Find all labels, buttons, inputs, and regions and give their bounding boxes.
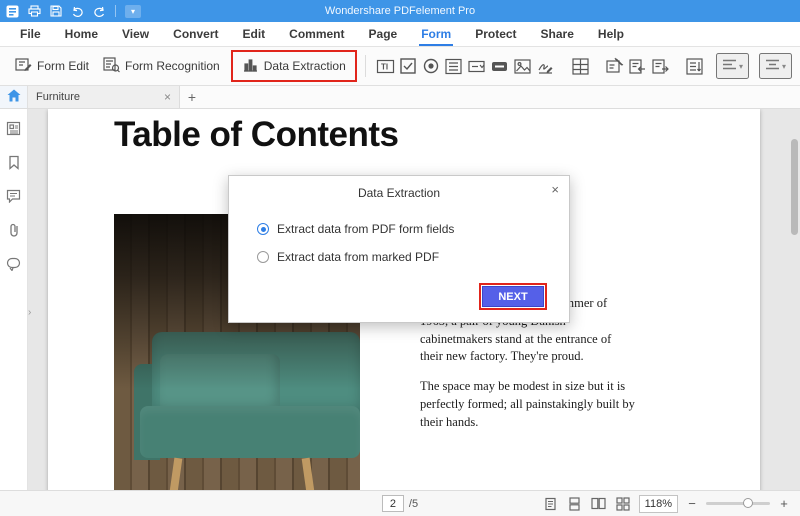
menu-edit[interactable]: Edit [231, 22, 278, 46]
menu-bar: File Home View Convert Edit Comment Page… [0, 22, 800, 47]
print-icon[interactable] [28, 5, 41, 17]
new-tab-button[interactable]: + [180, 86, 204, 108]
paragraph-2: The space may be modest in size but it i… [420, 378, 636, 431]
tab-order-icon[interactable] [684, 53, 705, 79]
page-total-label: /5 [409, 498, 418, 510]
document-heading: Table of Contents [114, 115, 398, 155]
status-bar: 2 /5 118% − + [0, 490, 800, 516]
menu-share[interactable]: Share [529, 22, 586, 46]
thumbnail-panel-icon[interactable] [5, 119, 23, 137]
tab-close-icon[interactable]: × [164, 91, 171, 103]
data-extraction-highlight: Data Extraction [231, 50, 357, 82]
distribute-objects-dropdown[interactable]: ▾ [759, 53, 792, 79]
menu-view[interactable]: View [110, 22, 161, 46]
option-2-label: Extract data from marked PDF [277, 250, 439, 264]
data-extraction-icon [242, 56, 259, 76]
distribute-icon [765, 58, 780, 74]
checkbox-field-icon[interactable] [398, 53, 419, 79]
menu-protect[interactable]: Protect [463, 22, 528, 46]
zoom-slider[interactable] [706, 502, 770, 505]
single-page-view-icon[interactable] [543, 496, 559, 512]
tab-label: Furniture [36, 91, 158, 103]
menu-file[interactable]: File [8, 22, 53, 46]
svg-text:TI: TI [381, 62, 388, 71]
data-extraction-button[interactable]: Data Extraction [235, 52, 353, 80]
align-objects-dropdown[interactable]: ▾ [716, 53, 749, 79]
data-extraction-dialog: Data Extraction × Extract data from PDF … [228, 175, 570, 323]
zoom-out-button[interactable]: − [686, 496, 698, 511]
scrollbar-thumb[interactable] [791, 139, 798, 235]
dialog-title: Data Extraction [229, 176, 569, 200]
dialog-close-icon[interactable]: × [551, 182, 559, 197]
radio-button-field-icon[interactable] [421, 53, 442, 79]
comment-panel-icon[interactable] [5, 187, 23, 205]
list-box-field-icon[interactable] [444, 53, 465, 79]
push-button-field-icon[interactable] [489, 53, 510, 79]
option-extract-marked-pdf[interactable]: Extract data from marked PDF [257, 250, 569, 264]
menu-form[interactable]: Form [409, 22, 463, 46]
attachment-panel-icon[interactable] [5, 221, 23, 239]
combo-box-field-icon[interactable] [466, 53, 487, 79]
bookmark-panel-icon[interactable] [5, 153, 23, 171]
menu-home[interactable]: Home [53, 22, 110, 46]
menu-comment[interactable]: Comment [277, 22, 356, 46]
next-button[interactable]: NEXT [482, 286, 544, 307]
left-sidebar [0, 109, 28, 490]
next-button-highlight: NEXT [479, 283, 547, 310]
grid-view-icon[interactable] [615, 496, 631, 512]
vertical-scrollbar[interactable] [790, 113, 798, 486]
recognition-wand-icon[interactable] [604, 53, 625, 79]
text-field-icon[interactable]: TI [375, 53, 396, 79]
chevron-down-icon: ▾ [782, 62, 786, 71]
two-page-view-icon[interactable] [591, 496, 607, 512]
form-edit-button[interactable]: Form Edit [8, 52, 96, 80]
menu-convert[interactable]: Convert [161, 22, 230, 46]
app-logo-icon [6, 5, 19, 18]
undo-icon[interactable] [71, 6, 84, 17]
zoom-in-button[interactable]: + [778, 496, 790, 511]
option-extract-form-fields[interactable]: Extract data from PDF form fields [257, 222, 569, 236]
home-icon [7, 89, 21, 105]
page-number-input[interactable]: 2 [382, 495, 404, 512]
radio-selected-icon[interactable] [257, 223, 269, 235]
export-data-icon[interactable] [650, 53, 671, 79]
app-window: ▾ Wondershare PDFelement Pro File Home V… [0, 0, 800, 516]
customize-toolbar-chevron-icon[interactable]: ▾ [125, 5, 141, 18]
chevron-down-icon: ▾ [739, 62, 743, 71]
form-recognition-icon [103, 56, 120, 76]
image-field-icon[interactable] [512, 53, 533, 79]
form-toolbar: Form Edit Form Recognition Data Extracti… [0, 47, 800, 86]
document-tab-bar: Furniture × + [0, 86, 800, 109]
titlebar-separator [115, 5, 116, 17]
panel-expander-icon[interactable]: › [28, 307, 31, 318]
redo-icon[interactable] [93, 6, 106, 17]
zoom-level-value: 118% [645, 498, 672, 510]
import-data-icon[interactable] [627, 53, 648, 79]
title-bar: ▾ Wondershare PDFelement Pro [0, 0, 800, 22]
option-1-label: Extract data from PDF form fields [277, 222, 454, 236]
zoom-slider-thumb[interactable] [743, 498, 753, 508]
zoom-level-select[interactable]: 118% [639, 495, 678, 513]
continuous-view-icon[interactable] [567, 496, 583, 512]
home-tab-button[interactable] [0, 86, 28, 108]
menu-help[interactable]: Help [586, 22, 636, 46]
align-icon [722, 58, 737, 74]
menu-page[interactable]: Page [357, 22, 410, 46]
radio-unselected-icon[interactable] [257, 251, 269, 263]
form-edit-icon [15, 56, 32, 76]
save-icon[interactable] [50, 5, 62, 17]
form-recognition-label: Form Recognition [125, 59, 220, 73]
form-recognition-button[interactable]: Form Recognition [96, 52, 227, 80]
data-extraction-label: Data Extraction [264, 59, 346, 73]
toolbar-divider [365, 55, 366, 77]
digital-signature-field-icon[interactable] [535, 53, 556, 79]
edit-fields-icon[interactable] [570, 53, 591, 79]
form-edit-label: Form Edit [37, 59, 89, 73]
tab-furniture[interactable]: Furniture × [28, 86, 180, 108]
stamp-panel-icon[interactable] [5, 255, 23, 273]
